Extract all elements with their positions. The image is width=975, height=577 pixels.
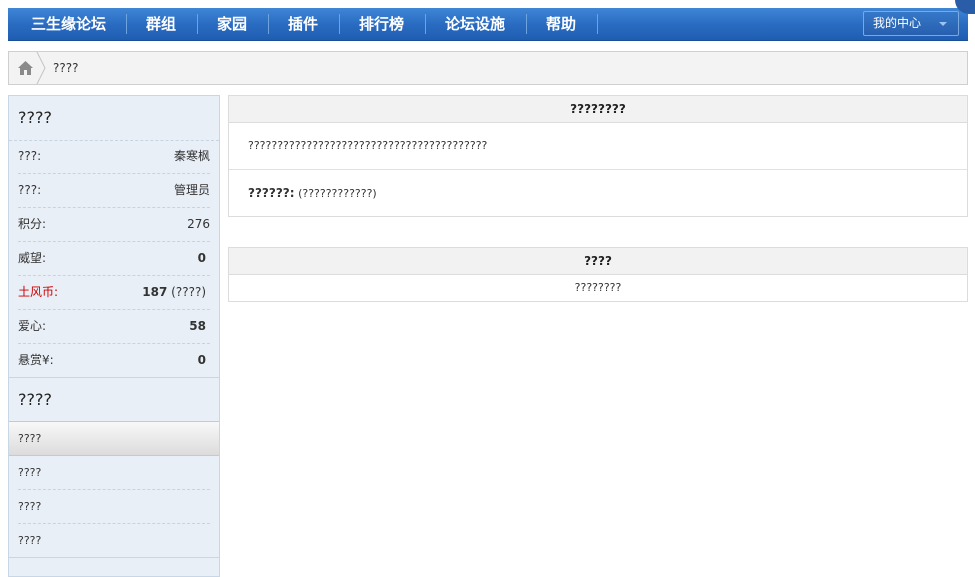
stat-value: 0 [197, 353, 206, 367]
my-center-dropdown[interactable]: 我的中心 [863, 11, 959, 36]
nav-separator [268, 14, 269, 34]
top-nav: 三生缘论坛 群组 家园 插件 排行榜 论坛设施 帮助 我的中心 [8, 8, 968, 41]
divider [9, 557, 219, 558]
profile-title: ???? [18, 108, 52, 127]
info-panel: ???? ???????? [228, 247, 968, 302]
nav-separator [339, 14, 340, 34]
breadcrumb-current[interactable]: ???? [53, 52, 78, 84]
stat-row: ???: 秦寒枫 [18, 140, 210, 174]
stat-label: ???: [18, 183, 42, 197]
menu-item[interactable]: ???? [18, 524, 210, 557]
panel-header: ???? [229, 248, 967, 275]
nav-item-help[interactable]: 帮助 [546, 8, 576, 40]
stat-label[interactable]: 土风币: [18, 276, 58, 309]
home-icon[interactable] [17, 60, 34, 76]
stat-label: ???: [18, 149, 42, 163]
stat-row: 土风币: 187 (????) [18, 276, 210, 310]
nav-separator [425, 14, 426, 34]
nav-separator [126, 14, 127, 34]
panel-body: ???????? [574, 281, 622, 294]
stat-value: 秦寒枫 [173, 149, 210, 163]
stat-suffix: (????) [171, 285, 206, 299]
message-panel: ???????? ???????????????????????????????… [228, 95, 968, 217]
divider [9, 377, 219, 378]
nav-item-ranking[interactable]: 排行榜 [359, 8, 404, 40]
nav-separator [597, 14, 598, 34]
stat-value: 276 [187, 217, 210, 231]
nav-item-plugins[interactable]: 插件 [288, 8, 318, 40]
sidebar: ???? ???: 秦寒枫 ???: 管理员 积分: 276 威望: 0 土风币… [8, 95, 220, 577]
nav-item-facilities[interactable]: 论坛设施 [445, 8, 505, 40]
stat-value-group: 187 (????) [142, 276, 206, 309]
my-center-label: 我的中心 [873, 16, 922, 30]
stat-label: 威望: [18, 251, 47, 265]
stat-value: 管理员 [173, 183, 210, 197]
message-detail-row: ??????: (????????????) [229, 169, 967, 216]
detail-value: (????????????) [298, 187, 377, 200]
nav-item-forum[interactable]: 三生缘论坛 [31, 8, 106, 40]
menu-item[interactable]: ???? [18, 456, 210, 490]
menu-item-active[interactable]: ???? [9, 421, 219, 456]
stat-label: 悬赏¥: [18, 353, 54, 367]
panel-header: ???????? [229, 96, 967, 123]
breadcrumb-separator-icon [36, 52, 46, 84]
nav-separator [197, 14, 198, 34]
detail-label: ??????: [248, 186, 295, 200]
stat-row: 爱心: 58 [18, 310, 210, 344]
stat-label: 爱心: [18, 319, 47, 333]
nav-item-groups[interactable]: 群组 [146, 8, 176, 40]
stat-value: 58 [189, 319, 206, 333]
chevron-down-icon [939, 22, 947, 26]
stat-row: ???: 管理员 [18, 174, 210, 208]
nav-separator [526, 14, 527, 34]
menu-item[interactable]: ???? [18, 490, 210, 524]
message-row: ????????????????????????????????????????… [248, 139, 488, 152]
stat-row: 积分: 276 [18, 208, 210, 242]
nav-item-home[interactable]: 家园 [217, 8, 247, 40]
breadcrumb: ???? [8, 51, 968, 85]
stat-label: 积分: [18, 217, 47, 231]
stat-value: 187 [142, 285, 168, 299]
stat-row: 悬赏¥: 0 [18, 344, 210, 377]
stat-row: 威望: 0 [18, 242, 210, 276]
menu-item-label: ???? [18, 432, 42, 445]
stat-value: 0 [197, 251, 206, 265]
menu-title: ???? [18, 390, 52, 409]
